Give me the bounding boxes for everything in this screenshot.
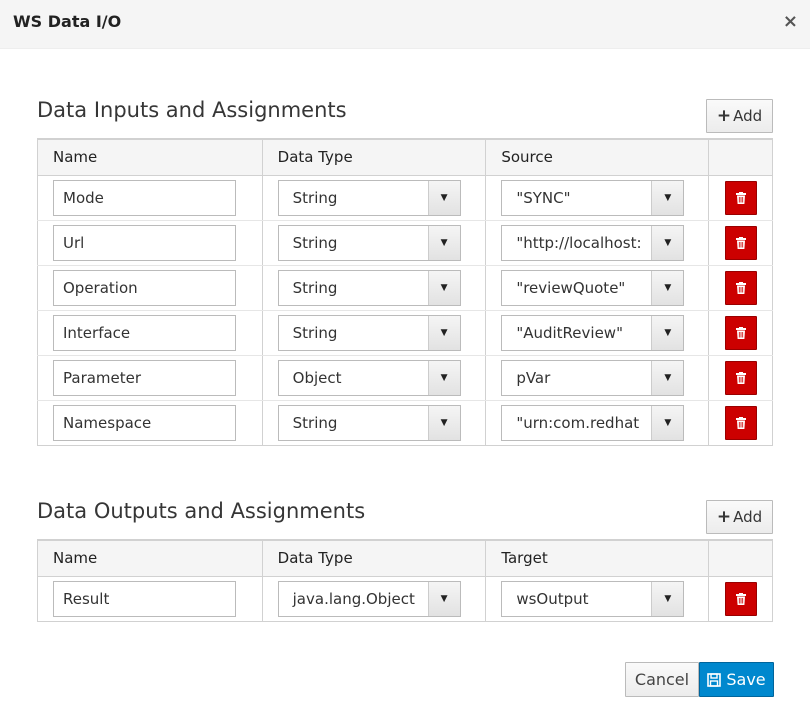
- source-select[interactable]: "reviewQuote" ▼: [501, 269, 685, 306]
- source-select[interactable]: pVar ▼: [501, 359, 685, 396]
- caret-down-icon[interactable]: ▼: [651, 180, 684, 215]
- data-type-value: java.lang.Object: [292, 589, 415, 608]
- add-label: Add: [733, 107, 763, 125]
- caret-down-icon[interactable]: ▼: [427, 180, 460, 215]
- column-header: Data Type: [261, 138, 487, 176]
- source-select[interactable]: "AuditReview" ▼: [501, 314, 685, 351]
- save-icon: [707, 672, 722, 687]
- data-type-value: String: [292, 413, 338, 432]
- data-type-value: String: [292, 278, 338, 297]
- data-type-value: Object: [292, 368, 342, 387]
- caret-down-icon[interactable]: ▼: [651, 225, 684, 260]
- plus-icon: +: [716, 507, 732, 527]
- delete-button[interactable]: [724, 270, 757, 305]
- caret-down-icon[interactable]: ▼: [427, 315, 460, 350]
- source-value: "reviewQuote": [516, 278, 626, 297]
- data-type-value: String: [292, 188, 338, 207]
- table-row: Interface String ▼ "AuditReview" ▼: [37, 310, 773, 356]
- data-type-select[interactable]: String ▼: [277, 314, 461, 351]
- source-value: "AuditReview": [516, 323, 623, 342]
- table-row: Operation String ▼ "reviewQuote" ▼: [37, 265, 773, 311]
- trash-icon: [735, 371, 746, 384]
- table-row: Mode String ▼ "SYNC" ▼: [37, 175, 773, 221]
- caret-down-icon[interactable]: ▼: [427, 270, 460, 305]
- delete-button[interactable]: [724, 315, 757, 350]
- table-row: Url String ▼ "http://localhost: ▼: [37, 220, 773, 266]
- add-label: Add: [733, 508, 763, 526]
- name-input[interactable]: Operation: [53, 269, 236, 306]
- name-input[interactable]: Namespace: [53, 404, 236, 441]
- data-type-select[interactable]: Object ▼: [277, 359, 461, 396]
- inputs-heading: Data Inputs and Assignments: [37, 98, 347, 122]
- trash-icon: [735, 191, 746, 204]
- caret-down-icon[interactable]: ▼: [651, 360, 684, 395]
- caret-down-icon[interactable]: ▼: [427, 360, 460, 395]
- column-header: Name: [37, 138, 263, 176]
- source-select[interactable]: "http://localhost: ▼: [501, 224, 685, 261]
- save-button[interactable]: Save: [699, 662, 774, 697]
- table-row: Parameter Object ▼ pVar ▼: [37, 355, 773, 401]
- data-type-select[interactable]: String ▼: [277, 269, 461, 306]
- source-value: "http://localhost:: [516, 233, 642, 252]
- trash-icon: [735, 236, 746, 249]
- plus-icon: +: [716, 106, 732, 126]
- data-type-select[interactable]: java.lang.Object ▼: [277, 580, 461, 617]
- delete-button[interactable]: [724, 581, 757, 616]
- source-value: pVar: [516, 368, 551, 387]
- target-value: wsOutput: [516, 589, 589, 608]
- column-header: Target: [485, 539, 710, 577]
- outputs-table: Name Data Type Target Result java.lang.Obje…: [37, 539, 773, 622]
- source-value: "SYNC": [516, 188, 571, 207]
- caret-down-icon[interactable]: ▼: [427, 225, 460, 260]
- name-input[interactable]: Mode: [53, 179, 236, 216]
- dialog-header: WS Data I/O ×: [0, 0, 810, 49]
- trash-icon: [735, 592, 746, 605]
- dialog-title: WS Data I/O: [13, 12, 122, 31]
- column-header: [708, 539, 773, 577]
- source-value: "urn:com.redhat: [516, 413, 640, 432]
- source-select[interactable]: "urn:com.redhat ▼: [501, 404, 685, 441]
- caret-down-icon[interactable]: ▼: [651, 315, 684, 350]
- delete-button[interactable]: [724, 405, 757, 440]
- trash-icon: [735, 326, 746, 339]
- add-output-button[interactable]: + Add: [706, 500, 773, 534]
- trash-icon: [735, 416, 746, 429]
- trash-icon: [735, 281, 746, 294]
- data-type-select[interactable]: String ▼: [277, 224, 461, 261]
- delete-button[interactable]: [724, 360, 757, 395]
- caret-down-icon[interactable]: ▼: [651, 270, 684, 305]
- delete-button[interactable]: [724, 225, 757, 260]
- caret-down-icon[interactable]: ▼: [651, 405, 684, 440]
- delete-button[interactable]: [724, 180, 757, 215]
- data-type-value: String: [292, 233, 338, 252]
- source-select[interactable]: "SYNC" ▼: [501, 179, 685, 216]
- data-type-value: String: [292, 323, 338, 342]
- name-input[interactable]: Interface: [53, 314, 236, 351]
- data-type-select[interactable]: String ▼: [277, 404, 461, 441]
- column-header: Name: [37, 539, 263, 577]
- close-icon[interactable]: ×: [783, 11, 798, 32]
- data-type-select[interactable]: String ▼: [277, 179, 461, 216]
- outputs-heading: Data Outputs and Assignments: [37, 499, 366, 523]
- caret-down-icon[interactable]: ▼: [651, 581, 684, 616]
- column-header: Source: [485, 138, 710, 176]
- caret-down-icon[interactable]: ▼: [427, 405, 460, 440]
- target-select[interactable]: wsOutput ▼: [501, 580, 685, 617]
- name-input[interactable]: Url: [53, 224, 236, 261]
- add-input-button[interactable]: + Add: [706, 99, 773, 133]
- name-input[interactable]: Result: [53, 580, 236, 617]
- save-label: Save: [726, 670, 766, 689]
- table-row: Namespace String ▼ "urn:com.redhat ▼: [37, 400, 773, 446]
- column-header: [708, 138, 773, 176]
- name-input[interactable]: Parameter: [53, 359, 236, 396]
- column-header: Data Type: [261, 539, 487, 577]
- cancel-button[interactable]: Cancel: [625, 662, 699, 697]
- caret-down-icon[interactable]: ▼: [427, 581, 460, 616]
- inputs-table: Name Data Type Source Mode String ▼ "SYNC" ▼ …: [37, 138, 773, 446]
- table-row: Result java.lang.Object ▼ wsOutput ▼: [37, 576, 773, 622]
